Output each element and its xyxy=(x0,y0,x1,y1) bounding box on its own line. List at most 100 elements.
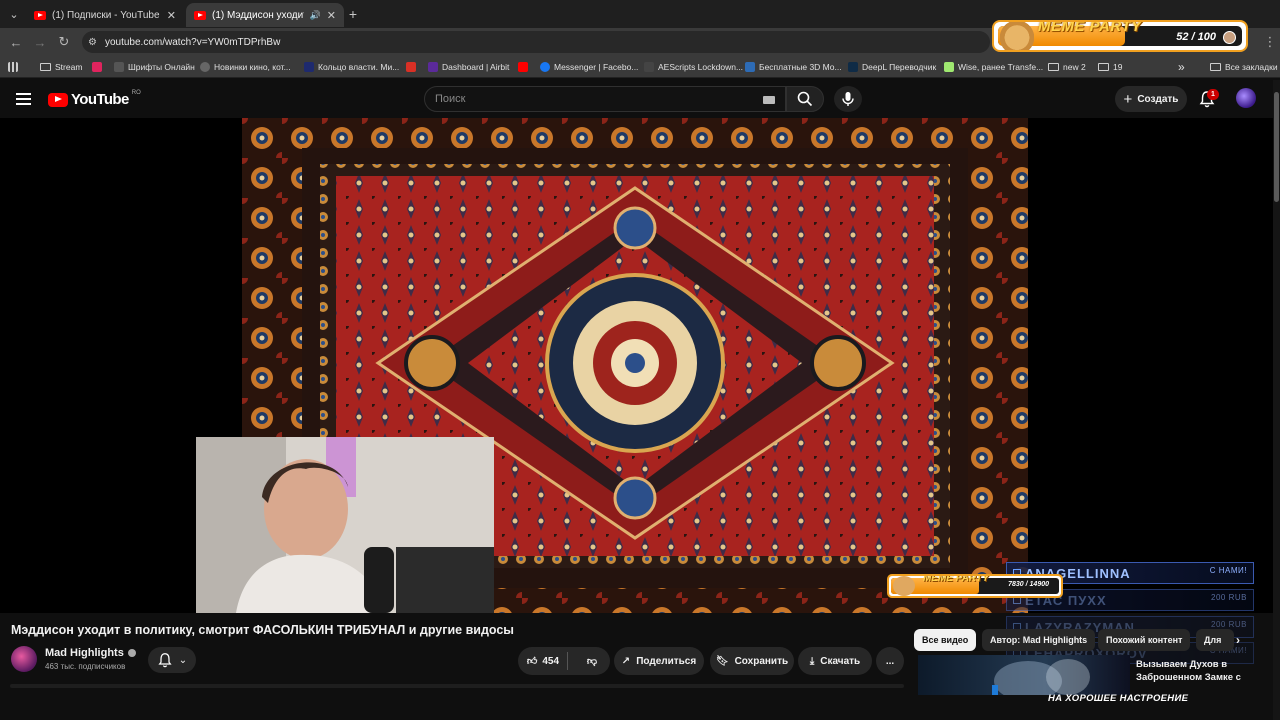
like-dislike-group: 👍︎ 454 👎︎ xyxy=(518,647,610,675)
streamer-webcam xyxy=(196,437,494,613)
notification-count-badge: 1 xyxy=(1207,89,1219,100)
like-divider xyxy=(567,652,568,670)
search-button[interactable] xyxy=(786,86,824,112)
bookmark-label: DeepL Переводчик xyxy=(862,62,937,72)
bookmark-stream[interactable]: Stream xyxy=(40,60,82,74)
more-actions-button[interactable]: ... xyxy=(876,647,904,675)
chip-similar[interactable]: Похожий контент xyxy=(1098,629,1191,651)
chip-for-you[interactable]: Для xyxy=(1196,629,1234,651)
close-tab-icon[interactable]: ✕ xyxy=(167,9,176,22)
bookmark-label: 19 xyxy=(1113,62,1123,72)
bookmark-new2[interactable]: new 2 xyxy=(1048,60,1086,74)
new-tab-button[interactable]: + xyxy=(344,5,362,23)
download-button[interactable]: ⤓ Скачать xyxy=(798,647,872,675)
create-label: Создать xyxy=(1137,93,1179,105)
bookmark-fonts[interactable]: Шрифты Онлайн xyxy=(114,60,195,74)
bookmark-red[interactable] xyxy=(92,60,102,74)
doge-icon xyxy=(893,576,915,596)
folder-icon xyxy=(1098,63,1109,71)
dislike-button[interactable]: 👎︎ xyxy=(574,647,610,675)
chip-author[interactable]: Автор: Mad Highlights xyxy=(982,629,1096,651)
3d-icon xyxy=(745,62,755,72)
youtube-header: YouTube RO Поиск + Создать xyxy=(0,80,1280,118)
create-button[interactable]: + Создать xyxy=(1115,86,1187,112)
youtube-icon xyxy=(518,62,528,72)
tab-title: (1) Мэддисон уходит в поли xyxy=(212,9,304,21)
video-title: Мэддисон уходит в политику, смотрит ФАСО… xyxy=(11,623,514,637)
more-bookmarks-button[interactable]: » xyxy=(1178,60,1185,74)
voice-search-button[interactable] xyxy=(834,86,862,112)
reload-icon[interactable]: ↻ xyxy=(56,34,72,50)
meme-party-count: 52 / 100 xyxy=(1176,31,1216,43)
tab-subscriptions[interactable]: (1) Подписки - YouTube ✕ xyxy=(26,3,184,27)
aescripts-icon xyxy=(644,62,654,72)
bookmark-label: Stream xyxy=(55,62,83,72)
speaker-icon[interactable]: 🔊 xyxy=(310,10,321,21)
site-settings-icon[interactable]: ⚙ xyxy=(88,37,97,48)
back-arrow-icon[interactable]: ← xyxy=(8,34,24,50)
gmail-icon xyxy=(406,62,416,72)
bookmark-deepl[interactable]: DeepL Переводчик xyxy=(848,60,936,74)
bookmark-rings[interactable]: Кольцо власти. Ми... xyxy=(304,60,399,74)
download-icon: ⤓ xyxy=(809,655,815,667)
apps-grid-icon[interactable] xyxy=(8,60,18,74)
keyboard-icon[interactable] xyxy=(763,96,775,104)
font-icon xyxy=(114,62,124,72)
bookmarks-bar: Stream Шрифты Онлайн Новинки кино, кот..… xyxy=(0,56,1280,78)
bookmark-label: Новинки кино, кот... xyxy=(214,62,291,72)
hamburger-menu-icon[interactable] xyxy=(16,93,31,105)
webcam-image xyxy=(196,437,494,613)
bookmark-wise[interactable]: Wise, ранее Transfe... xyxy=(944,60,1043,74)
meme-mini-title: MEME PARTY xyxy=(923,574,989,584)
region-code: RO xyxy=(131,89,141,96)
bookmark-label: Бесплатные 3D Mo... xyxy=(759,62,842,72)
account-avatar[interactable] xyxy=(1236,88,1256,108)
tab-current-video[interactable]: (1) Мэддисон уходит в поли 🔊 ✕ xyxy=(186,3,344,27)
share-button[interactable]: ↗ Поделиться xyxy=(614,647,704,675)
address-bar[interactable]: ⚙ youtube.com/watch?v=YW0mTDPrhBw xyxy=(82,31,990,53)
bookmark-label: Все закладки xyxy=(1225,62,1278,72)
meme-party-title: MEME PARTY xyxy=(1038,20,1142,35)
like-count: 454 xyxy=(542,655,560,667)
share-arrow-icon: ↗ xyxy=(621,655,631,667)
recommended-video-thumbnail[interactable] xyxy=(918,655,1130,695)
chips-next-chevron-icon[interactable]: › xyxy=(1236,629,1246,651)
more-dots-icon: ... xyxy=(885,655,895,667)
all-bookmarks[interactable]: Все закладки xyxy=(1210,60,1278,74)
bookmark-gmail[interactable] xyxy=(406,60,416,74)
bookmark-messenger[interactable]: Messenger | Facebo... xyxy=(540,60,638,74)
scrollbar-thumb[interactable] xyxy=(1274,92,1279,202)
youtube-favicon-icon xyxy=(194,10,206,20)
save-button[interactable]: 🔖︎ Сохранить xyxy=(710,647,794,675)
bookmark-label: AEScripts Lockdown... xyxy=(658,62,744,72)
like-button[interactable]: 👍︎ 454 xyxy=(518,647,568,675)
recommended-video-title[interactable]: Вызываем Духов в Заброшенном Замке с xyxy=(1136,658,1256,684)
subscription-notifications-button[interactable]: ⌄ xyxy=(148,647,196,673)
bookmark-19[interactable]: 19 xyxy=(1098,60,1122,74)
channel-avatar[interactable] xyxy=(11,646,37,672)
tab-search-chevron-icon[interactable]: ⌄ xyxy=(5,5,23,23)
chip-all-videos[interactable]: Все видео xyxy=(914,629,977,651)
video-player[interactable] xyxy=(0,118,1273,613)
thumbs-down-icon: 👎︎ xyxy=(586,656,598,667)
youtube-logo[interactable]: YouTube RO xyxy=(48,89,141,108)
search-input[interactable]: Поиск xyxy=(424,86,786,112)
bookmark-youtube[interactable] xyxy=(518,60,528,74)
thumbs-up-icon: 👍︎ xyxy=(526,656,538,667)
bookmark-airbit[interactable]: Dashboard | Airbit xyxy=(428,60,509,74)
bookmark-aescripts[interactable]: AEScripts Lockdown... xyxy=(644,60,743,74)
forward-arrow-icon[interactable]: → xyxy=(32,34,48,50)
chevron-down-icon: ⌄ xyxy=(178,654,188,666)
channel-name[interactable]: Mad Highlights xyxy=(45,647,136,659)
subscriber-count: 463 тыс. подписчиков xyxy=(45,662,126,671)
meme-party-mini-widget: MEME PARTY 7830 / 14900 xyxy=(887,574,1063,598)
airbit-icon xyxy=(428,62,438,72)
meme-party-widget: MEME PARTY 52 / 100 xyxy=(992,20,1248,52)
bookmark-3d[interactable]: Бесплатные 3D Mo... xyxy=(745,60,842,74)
close-tab-icon[interactable]: ✕ xyxy=(327,9,336,22)
bookmark-label: Wise, ранее Transfe... xyxy=(958,62,1044,72)
youtube-play-icon xyxy=(48,92,68,107)
bookmark-movies[interactable]: Новинки кино, кот... xyxy=(200,60,291,74)
overlay-caption: НА ХОРОШЕЕ НАСТРОЕНИЕ xyxy=(1048,693,1189,704)
browser-menu-icon[interactable]: ⋮ xyxy=(1262,34,1278,50)
